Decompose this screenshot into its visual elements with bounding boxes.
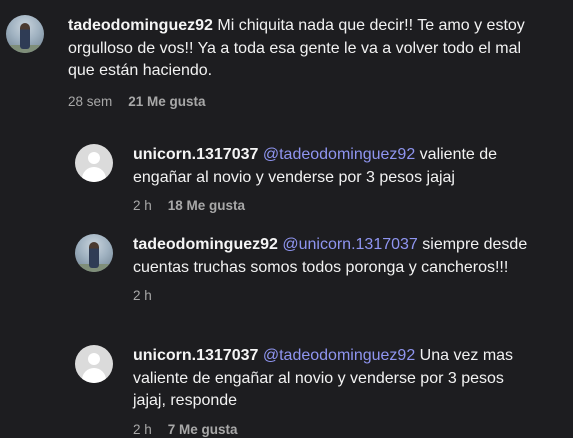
comment-text-block: tadeodominguez92 @unicorn.1317037 siempr… xyxy=(133,234,528,279)
comment-text-block: unicorn.1317037 @tadeodominguez92 Una ve… xyxy=(133,345,528,413)
comment-meta: 2 h xyxy=(133,288,528,303)
reply-comment: unicorn.1317037 @tadeodominguez92 Una ve… xyxy=(75,345,545,437)
comment-likes[interactable]: 18 Me gusta xyxy=(168,198,245,213)
comment-text-block: unicorn.1317037 @tadeodominguez92 valien… xyxy=(133,144,528,189)
default-avatar[interactable] xyxy=(75,345,113,383)
reply-comment: tadeodominguez92 @unicorn.1317037 siempr… xyxy=(75,234,545,303)
comment-username[interactable]: unicorn.1317037 xyxy=(133,146,258,163)
comment-username[interactable]: tadeodominguez92 xyxy=(68,17,213,34)
comment-time[interactable]: 2 h xyxy=(133,288,152,303)
comment-meta: 2 h 7 Me gusta xyxy=(133,422,528,437)
comment-username[interactable]: unicorn.1317037 xyxy=(133,347,258,364)
comment-mention[interactable]: @unicorn.1317037 xyxy=(282,236,417,253)
default-avatar[interactable] xyxy=(75,144,113,182)
comment-thread: tadeodominguez92 Mi chiquita nada que de… xyxy=(0,0,573,438)
comment-time[interactable]: 2 h xyxy=(133,198,152,213)
comment-time[interactable]: 2 h xyxy=(133,422,152,437)
comment-likes[interactable]: 21 Me gusta xyxy=(128,94,205,109)
comment-mention[interactable]: @tadeodominguez92 xyxy=(263,146,415,163)
comment-mention[interactable]: @tadeodominguez92 xyxy=(263,347,415,364)
comment-likes[interactable]: 7 Me gusta xyxy=(168,422,238,437)
user-avatar[interactable] xyxy=(6,15,44,53)
comment-username[interactable]: tadeodominguez92 xyxy=(133,236,278,253)
comment-text-block: tadeodominguez92 Mi chiquita nada que de… xyxy=(68,15,538,83)
comment: tadeodominguez92 Mi chiquita nada que de… xyxy=(6,15,551,109)
comment-time[interactable]: 28 sem xyxy=(68,94,112,109)
comment-meta: 2 h 18 Me gusta xyxy=(133,198,528,213)
user-avatar[interactable] xyxy=(75,234,113,272)
reply-comment: unicorn.1317037 @tadeodominguez92 valien… xyxy=(75,144,545,213)
comment-meta: 28 sem 21 Me gusta xyxy=(68,94,538,109)
